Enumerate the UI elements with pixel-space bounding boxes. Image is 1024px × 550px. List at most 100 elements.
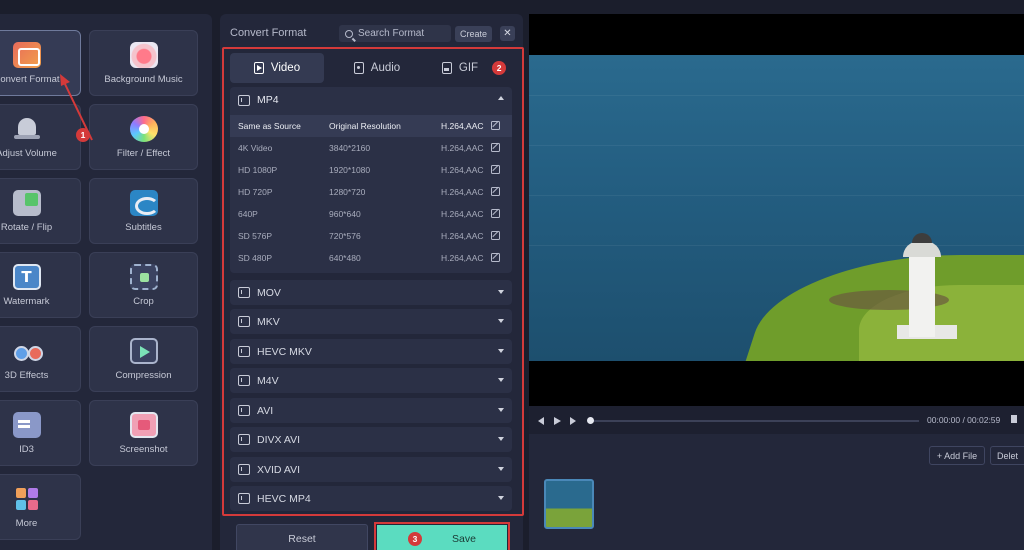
background-music-icon (129, 41, 158, 68)
tool-crop[interactable]: Crop (89, 252, 198, 318)
chevron-down-icon (498, 408, 504, 412)
format-header-hevc-mp4[interactable]: HEVC MP4 (230, 486, 512, 511)
more-icon (13, 486, 41, 512)
format-header-mov[interactable]: MOV (230, 280, 512, 305)
seek-handle[interactable] (587, 417, 594, 424)
edit-icon[interactable] (491, 209, 500, 218)
edit-icon[interactable] (491, 187, 500, 196)
tab-video[interactable]: Video (230, 53, 324, 83)
tool-label: Filter / Effect (116, 147, 171, 159)
tool-subtitles[interactable]: Subtitles (89, 178, 198, 244)
close-icon[interactable]: ✕ (500, 26, 515, 41)
search-input[interactable] (358, 28, 448, 39)
video-icon (253, 62, 264, 74)
format-name: HEVC MP4 (257, 492, 311, 505)
preset-codec: H.264,AAC (441, 143, 484, 153)
tool-id3[interactable]: ID3 (0, 400, 81, 466)
search-box[interactable] (339, 25, 451, 42)
previous-icon[interactable] (538, 417, 544, 425)
tool-panel: Convert Format Background Music Adjust V… (0, 14, 212, 550)
preset-row[interactable]: SD 480P 640*480 H.264,AAC (230, 247, 512, 269)
preset-row[interactable]: Same as Source Original Resolution H.264… (230, 115, 512, 137)
annotation-badge-2: 2 (492, 61, 507, 75)
edit-icon[interactable] (491, 165, 500, 174)
tool-label: More (15, 517, 38, 529)
tab-gif[interactable]: GIF 2 (430, 53, 518, 83)
annotation-badge-1: 1 (76, 128, 90, 142)
preset-row[interactable]: SD 576P 720*576 H.264,AAC (230, 225, 512, 247)
preset-resolution: 960*640 (329, 209, 361, 219)
format-header-m4v[interactable]: M4V (230, 368, 512, 393)
preset-resolution: Original Resolution (329, 121, 401, 131)
video-thumbnail[interactable] (544, 479, 594, 529)
tool-screenshot[interactable]: Screenshot (89, 400, 198, 466)
tab-audio[interactable]: Audio (332, 53, 422, 83)
lighthouse-dome (912, 233, 932, 243)
play-icon[interactable] (554, 417, 561, 425)
chevron-down-icon (498, 349, 504, 353)
preset-resolution: 1280*720 (329, 187, 366, 197)
edit-icon[interactable] (491, 121, 500, 130)
tool-background-music[interactable]: Background Music (89, 30, 198, 96)
preset-name: SD 576P (238, 231, 273, 241)
format-name: MOV (257, 286, 281, 299)
preset-codec: H.264,AAC (441, 187, 484, 197)
tool-filter-effect[interactable]: Filter / Effect (89, 104, 198, 170)
edit-icon[interactable] (491, 143, 500, 152)
convert-format-icon (12, 41, 41, 68)
format-header-divx-avi[interactable]: DIVX AVI (230, 427, 512, 452)
preset-name: HD 1080P (238, 165, 278, 175)
tool-3d-effects[interactable]: 3D Effects (0, 326, 81, 392)
preset-row[interactable]: HD 1080P 1920*1080 H.264,AAC (230, 159, 512, 181)
hevc-mp4-format-icon (238, 493, 250, 504)
add-file-button[interactable]: + Add File (929, 446, 985, 465)
preset-row[interactable]: HD 720P 1280*720 H.264,AAC (230, 181, 512, 203)
format-section-mp4: MP4 Same as Source Original Resolution H… (230, 87, 512, 273)
reset-button[interactable]: Reset (236, 524, 368, 550)
edit-icon[interactable] (491, 231, 500, 240)
compression-icon (129, 337, 158, 364)
watermark-icon (12, 263, 41, 290)
adjust-volume-icon (13, 116, 41, 142)
create-button[interactable]: Create (455, 26, 492, 42)
divx-avi-format-icon (238, 434, 250, 445)
tool-compression[interactable]: Compression (89, 326, 198, 392)
tab-label: Audio (370, 62, 401, 74)
subtitles-icon (129, 189, 159, 216)
preset-codec: H.264,AAC (441, 121, 484, 131)
format-name: HEVC MKV (257, 345, 312, 358)
format-name: AVI (257, 404, 274, 417)
format-header-xvid-avi[interactable]: XVID AVI (230, 457, 512, 482)
seek-bar[interactable] (589, 420, 919, 422)
format-header-mp4[interactable]: MP4 (230, 87, 512, 113)
format-name: DIVX AVI (257, 433, 300, 446)
tool-watermark[interactable]: Watermark (0, 252, 81, 318)
format-name: M4V (257, 374, 279, 387)
save-label: Save (452, 533, 476, 545)
chevron-down-icon (498, 467, 504, 471)
video-preview[interactable] (529, 14, 1024, 406)
tool-label: Background Music (104, 73, 183, 85)
wave-line (529, 95, 1024, 96)
preset-resolution: 640*480 (329, 253, 361, 263)
format-header-hevc-mkv[interactable]: HEVC MKV (230, 339, 512, 364)
tool-more[interactable]: More (0, 474, 81, 540)
hevc-mkv-format-icon (238, 346, 250, 357)
preset-codec: H.264,AAC (441, 253, 484, 263)
format-header-avi[interactable]: AVI (230, 398, 512, 423)
preset-codec: H.264,AAC (441, 209, 484, 219)
delete-button[interactable]: Delet (990, 446, 1024, 465)
next-icon[interactable] (570, 417, 576, 425)
chevron-down-icon (498, 290, 504, 294)
preset-row[interactable]: 4K Video 3840*2160 H.264,AAC (230, 137, 512, 159)
volume-icon[interactable] (1011, 415, 1017, 423)
filter-effect-icon (129, 115, 158, 142)
mov-format-icon (238, 287, 250, 298)
format-header-mkv[interactable]: MKV (230, 309, 512, 334)
preset-row[interactable]: 640P 960*640 H.264,AAC (230, 203, 512, 225)
m4v-format-icon (238, 375, 250, 386)
save-button[interactable]: 3 Save (377, 525, 507, 550)
rotate-flip-icon (12, 189, 41, 216)
edit-icon[interactable] (491, 253, 500, 262)
tool-rotate-flip[interactable]: Rotate / Flip (0, 178, 81, 244)
